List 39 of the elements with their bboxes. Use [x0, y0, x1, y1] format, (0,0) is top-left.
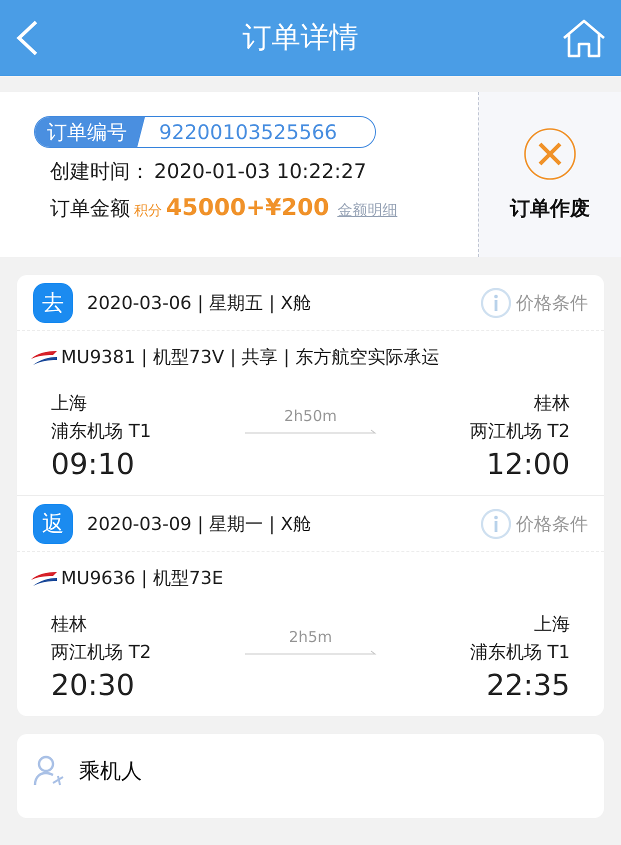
departure-city: 上海	[51, 392, 88, 415]
info-icon	[480, 508, 512, 540]
departure-airport: 浦东机场 T1	[51, 420, 152, 443]
order-number: 92200103525566	[158, 119, 338, 146]
back-icon[interactable]	[14, 20, 40, 56]
flight-duration: 2h50m	[284, 407, 337, 425]
price-terms-button[interactable]: 价格条件	[480, 286, 588, 318]
points-label: 积分	[134, 202, 162, 220]
page-title: 订单详情	[242, 19, 358, 56]
cancel-order-button[interactable]: 订单作废	[478, 92, 621, 257]
passenger-icon	[33, 754, 65, 788]
created-time: 2020-01-03 10:22:27	[154, 159, 366, 183]
passengers-title: 乘机人	[79, 758, 142, 785]
flight-date: 2020-03-06 | 星期五 | X舱	[87, 292, 312, 314]
departure-airport: 两江机场 T2	[51, 641, 152, 664]
departure-city: 桂林	[51, 613, 88, 636]
departure-time: 09:10	[51, 447, 136, 481]
price-terms-button[interactable]: 价格条件	[480, 508, 588, 540]
amount-detail-link[interactable]: 金额明细	[337, 201, 398, 220]
arrival-airport: 两江机场 T2	[470, 420, 570, 443]
trip-badge: 去	[33, 282, 73, 322]
trip-badge: 返	[33, 504, 73, 544]
created-label: 创建时间：	[50, 158, 150, 185]
flight-date: 2020-03-09 | 星期一 | X舱	[87, 512, 312, 536]
flight-info: MU9381 | 机型73V | 共享 | 东方航空实际承运	[61, 346, 440, 369]
amount-label: 订单金额	[50, 195, 130, 222]
flight-duration: 2h5m	[288, 628, 332, 646]
arrival-airport: 浦东机场 T1	[470, 641, 570, 664]
arrival-time: 22:35	[486, 668, 570, 702]
order-number-label: 订单编号	[35, 117, 145, 147]
flight-info: MU9636 | 机型73E	[61, 567, 224, 590]
order-amount: 45000+¥200	[166, 195, 330, 221]
arrival-time: 12:00	[486, 447, 570, 481]
arrival-city: 上海	[534, 613, 570, 636]
home-icon[interactable]	[561, 18, 607, 58]
cancel-icon	[523, 127, 577, 181]
arrival-city: 桂林	[534, 392, 570, 415]
info-icon	[480, 286, 512, 318]
departure-time: 20:30	[51, 668, 136, 702]
